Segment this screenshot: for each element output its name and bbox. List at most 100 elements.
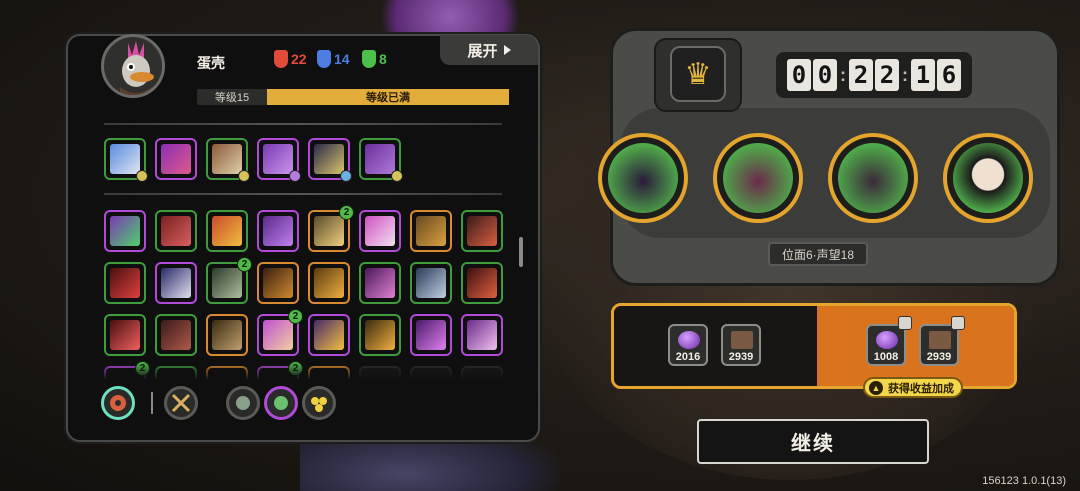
compass-icon (416, 216, 446, 246)
player-name: 蛋壳 (197, 55, 225, 71)
filter-separator (151, 392, 153, 414)
skill-slot[interactable] (359, 314, 401, 356)
target-icon (212, 144, 242, 174)
skill-slot[interactable] (206, 210, 248, 252)
skill-slot[interactable] (104, 262, 146, 304)
bonus-rewards (817, 306, 1014, 386)
skill-slot[interactable] (461, 210, 503, 252)
level-status: 等级已满 (267, 89, 509, 105)
gear-face-icon (263, 144, 293, 174)
claw-marks-icon (263, 216, 293, 246)
boss-portrait[interactable] (828, 133, 918, 223)
level-bar: 等级15 等级已满 (197, 89, 509, 105)
double-chevron-up-icon: ▲ (869, 380, 883, 395)
skill-slot[interactable] (461, 314, 503, 356)
reward-item: 2939 (721, 324, 761, 366)
equipped-skill-slot[interactable] (257, 138, 301, 182)
equipped-skill-slot[interactable] (206, 138, 250, 182)
filter-defense-button[interactable] (226, 386, 260, 420)
sunrise-icon (314, 216, 344, 246)
skill-slot[interactable] (308, 314, 350, 356)
open-book-icon (365, 216, 395, 246)
tree-stump-icon (161, 320, 191, 350)
swirl-icon (274, 396, 288, 410)
fence-icon (212, 268, 242, 298)
wisp-icon (311, 397, 327, 412)
skill-slot[interactable] (104, 314, 146, 356)
base-rewards (614, 306, 817, 386)
reward-item: 2016 (668, 324, 708, 366)
crossed-swords-icon (161, 144, 191, 174)
skill-slot[interactable]: 2 (206, 257, 252, 304)
crown-duck-icon: ♛ (670, 46, 726, 102)
version-label: 156123 1.0.1(13) (982, 475, 1066, 487)
hooded-wraith-icon (608, 143, 678, 213)
skill-slot[interactable] (359, 262, 401, 304)
bonus-unlock-button[interactable]: ▲ 获得收益加成 (863, 377, 963, 398)
filter-attack-button[interactable] (164, 386, 198, 420)
skill-slot[interactable] (410, 262, 452, 304)
rank-badge: ♛ (654, 38, 742, 112)
continue-button[interactable]: 继续 (697, 419, 929, 464)
avatar[interactable] (101, 34, 165, 98)
horned-demon-icon (723, 143, 793, 213)
skill-slot[interactable] (155, 210, 197, 252)
skill-slot[interactable]: 2 (308, 205, 354, 252)
feather-icon (263, 320, 293, 350)
resource-red: 22 (274, 50, 307, 68)
equipped-skill-slot[interactable] (155, 138, 197, 180)
expand-label: 展开 (467, 42, 498, 60)
filter-magic-button[interactable] (264, 386, 298, 420)
shield-icon (236, 396, 250, 410)
boss-portrait[interactable] (943, 133, 1033, 223)
leaf-icon (314, 320, 344, 350)
skill-slot[interactable] (257, 262, 299, 304)
crossed-blades-icon (365, 268, 395, 298)
skill-slot[interactable] (155, 262, 197, 304)
skill-slot[interactable] (257, 210, 299, 252)
boss-portrait[interactable] (713, 133, 803, 223)
flame-arrows-icon (212, 216, 242, 246)
filter-summon-button[interactable] (302, 386, 336, 420)
slash-icon (161, 216, 191, 246)
equipped-skill-slot[interactable] (308, 138, 352, 182)
skill-slot[interactable] (410, 314, 452, 356)
knight-icon (110, 144, 140, 174)
expand-button[interactable]: 展开 (440, 35, 538, 65)
bonus-label: 获得收益加成 (888, 382, 954, 395)
skill-slot[interactable] (155, 314, 197, 356)
purple-orb-icon (876, 331, 898, 349)
bonus-reward-item: 2939 (919, 316, 965, 366)
level-label: 等级15 (214, 92, 250, 104)
skill-slot[interactable] (359, 210, 401, 252)
scroll-fade (100, 362, 510, 380)
triangle-right-icon (503, 45, 511, 55)
lightning-icon (110, 320, 140, 350)
skill-slot[interactable]: 2 (257, 309, 303, 356)
chain-icon (212, 320, 242, 350)
skill-slot[interactable] (461, 262, 503, 304)
crossed-swords-icon (171, 393, 191, 413)
hooded-figure-icon (365, 144, 395, 174)
skill-slot[interactable] (410, 210, 452, 252)
divider-middle (104, 193, 502, 195)
divider-top (104, 123, 502, 125)
scrollbar[interactable] (519, 237, 523, 267)
resource-green: 8 (362, 50, 387, 68)
skill-slot[interactable] (308, 262, 350, 304)
compass-rose-icon (110, 395, 126, 411)
equipped-skill-slot[interactable] (104, 138, 148, 182)
shark-icon (416, 268, 446, 298)
dripping-icon (467, 320, 497, 350)
boss-portrait[interactable] (598, 133, 688, 223)
run-timer: 0 0 : 2 2 : 1 6 (776, 52, 972, 98)
book-icon (731, 331, 753, 349)
skill-slot[interactable] (206, 314, 248, 356)
skill-slot[interactable] (104, 210, 146, 252)
resource-blue: 14 (317, 50, 350, 68)
filter-all-button[interactable] (101, 386, 135, 420)
glasses-boy-icon (953, 143, 1023, 213)
lock-icon (951, 316, 965, 330)
red-mask-icon (274, 50, 288, 68)
equipped-skill-slot[interactable] (359, 138, 403, 182)
